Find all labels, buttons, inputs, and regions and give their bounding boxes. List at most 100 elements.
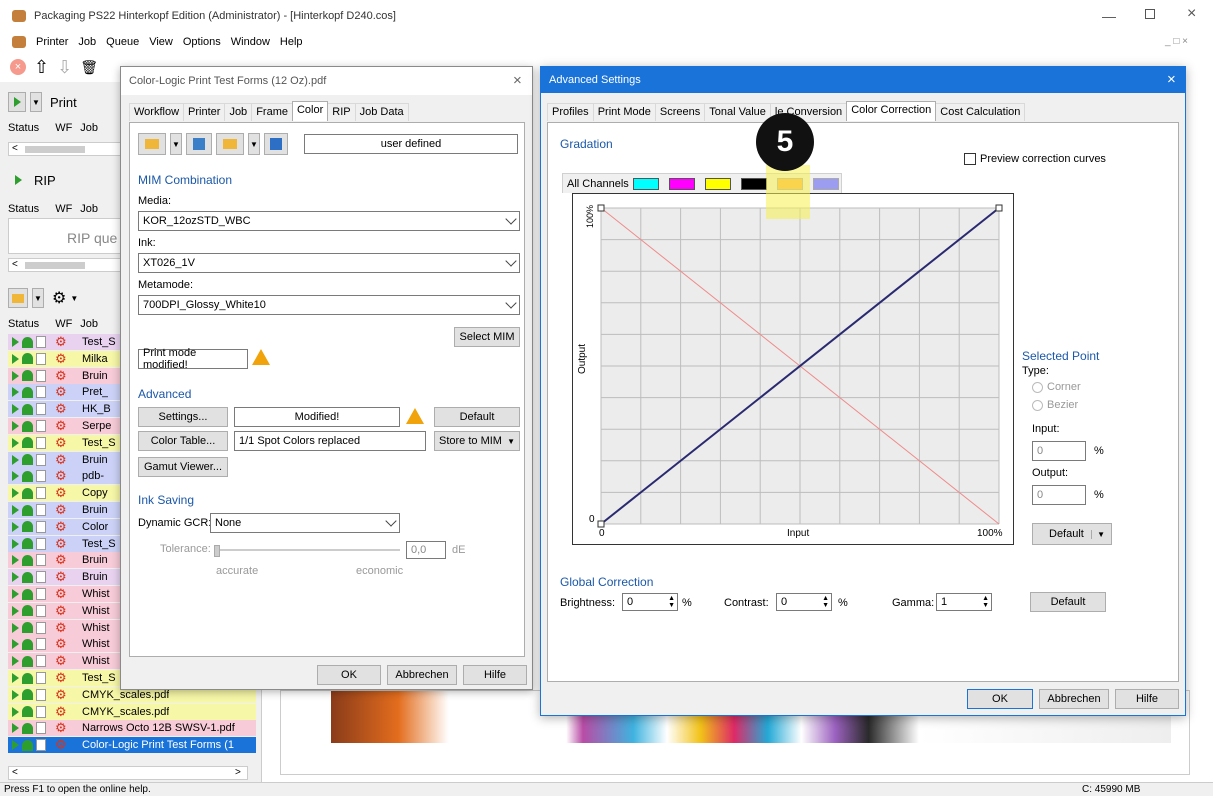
channel-tab-yellow[interactable] <box>704 177 731 190</box>
open-preset-dropdown-icon[interactable]: ▼ <box>170 133 182 155</box>
menu-printer[interactable]: Printer <box>36 36 68 48</box>
print-play-button[interactable] <box>8 92 26 112</box>
table-row[interactable]: ⚙ Color-Logic Print Test Forms (1 <box>8 737 256 754</box>
mdi-controls[interactable]: _ □ × <box>1165 36 1188 47</box>
maximize-icon[interactable] <box>1145 9 1155 19</box>
tab-screens[interactable]: Screens <box>654 103 706 121</box>
menu-queue[interactable]: Queue <box>106 36 139 48</box>
col-wf[interactable]: WF <box>55 122 72 134</box>
tab-printer[interactable]: Printer <box>183 103 226 121</box>
global-default-button[interactable]: Default <box>1030 592 1106 612</box>
gamut-viewer-button[interactable]: Gamut Viewer... <box>138 457 228 477</box>
move-down-icon[interactable]: ⇩ <box>57 57 72 78</box>
curve-point[interactable] <box>597 520 605 528</box>
curve-point[interactable] <box>597 204 605 212</box>
table-row[interactable]: ⚙ CMYK_scales.pdf <box>8 703 256 720</box>
menu-window[interactable]: Window <box>231 36 270 48</box>
gradation-chart[interactable] <box>573 194 1013 544</box>
adv-ok-button[interactable]: OK <box>967 689 1033 709</box>
media-select[interactable]: KOR_12ozSTD_WBC <box>138 211 520 231</box>
preview-checkbox[interactable] <box>964 153 976 165</box>
rip-col-wf[interactable]: WF <box>55 203 72 215</box>
channel-tab-cyan[interactable] <box>632 177 659 190</box>
menu-view[interactable]: View <box>149 36 173 48</box>
jobs-col-status[interactable]: Status <box>8 318 39 330</box>
copy-preset-icon[interactable] <box>186 133 212 155</box>
spin-icon[interactable]: ▲ ▼ <box>668 595 675 609</box>
gamma-field[interactable]: 1 ▲ ▼ <box>936 593 992 611</box>
metamode-select[interactable]: 700DPI_Glossy_White10 <box>138 295 520 315</box>
rip-col-job[interactable]: Job <box>80 203 98 215</box>
input-value-field[interactable]: 0 <box>1032 441 1086 461</box>
col-status[interactable]: Status <box>8 122 39 134</box>
adv-cancel-button[interactable]: Abbrechen <box>1039 689 1109 709</box>
job-ok-button[interactable]: OK <box>317 665 381 685</box>
tab-tonal-value[interactable]: Tonal Value <box>704 103 771 121</box>
tab-frame[interactable]: Frame <box>251 103 293 121</box>
adv-close-icon[interactable]: × <box>1167 71 1176 88</box>
delete-icon[interactable]: 🗑 <box>80 59 98 76</box>
job-list-scrollbar[interactable]: < > <box>8 766 248 780</box>
menu-job[interactable]: Job <box>78 36 96 48</box>
curve-point[interactable] <box>995 204 1003 212</box>
dynamic-gcr-select[interactable]: None <box>210 513 400 533</box>
tab-rip[interactable]: RIP <box>327 103 356 121</box>
brightness-field[interactable]: 0 ▲ ▼ <box>622 593 678 611</box>
corner-radio[interactable]: Corner <box>1032 381 1081 393</box>
tab-color[interactable]: Color <box>291 101 329 121</box>
rip-play-button[interactable] <box>8 170 28 190</box>
color-table-button[interactable]: Color Table... <box>138 431 228 451</box>
job-help-button[interactable]: Hilfe <box>463 665 527 685</box>
rip-col-status[interactable]: Status <box>8 203 39 215</box>
cancel-job-icon[interactable]: × <box>10 59 26 75</box>
menu-options[interactable]: Options <box>183 36 221 48</box>
contrast-field[interactable]: 0 ▲ ▼ <box>776 593 832 611</box>
settings-button[interactable]: Settings... <box>138 407 228 427</box>
spin-icon[interactable]: ▲ ▼ <box>982 595 989 609</box>
open-preset-icon[interactable] <box>138 133 166 155</box>
folder-open-icon[interactable] <box>8 288 28 308</box>
gear-dropdown-icon[interactable]: ▼ <box>70 294 78 303</box>
channel-tab-magenta[interactable] <box>668 177 695 190</box>
select-mim-button[interactable]: Select MIM <box>454 327 520 347</box>
move-up-icon[interactable]: ⇧ <box>34 57 49 78</box>
menu-help[interactable]: Help <box>280 36 303 48</box>
tab-print-mode[interactable]: Print Mode <box>592 103 656 121</box>
minimize-icon[interactable]: — <box>1102 8 1116 24</box>
tolerance-slider[interactable] <box>214 543 400 557</box>
job-cancel-button[interactable]: Abbrechen <box>387 665 457 685</box>
job-dialog-close-icon[interactable]: × <box>513 72 522 89</box>
tab-profiles[interactable]: Profiles <box>547 103 594 121</box>
jobs-col-wf[interactable]: WF <box>55 318 72 330</box>
preview-curves-checkbox-row[interactable]: Preview correction curves <box>964 153 1106 165</box>
tab-all-channels[interactable]: All Channels <box>565 178 631 190</box>
default-button[interactable]: Default <box>434 407 520 427</box>
preset-name-field[interactable]: user defined <box>304 134 518 154</box>
print-scrollbar[interactable]: < <box>8 142 122 156</box>
output-value-field[interactable]: 0 <box>1032 485 1086 505</box>
save-preset-icon[interactable] <box>264 133 288 155</box>
adv-help-button[interactable]: Hilfe <box>1115 689 1179 709</box>
tolerance-value-field[interactable]: 0,0 <box>406 541 446 559</box>
rip-scrollbar[interactable]: < <box>8 258 122 272</box>
spin-icon[interactable]: ▲ ▼ <box>822 595 829 609</box>
channel-tab-violet[interactable] <box>812 177 839 190</box>
load-preset-dropdown-icon[interactable]: ▼ <box>248 133 260 155</box>
ink-select[interactable]: XT026_1V <box>138 253 520 273</box>
tab-workflow[interactable]: Workflow <box>129 103 185 121</box>
load-preset-icon[interactable] <box>216 133 244 155</box>
tab-color-correction[interactable]: Color Correction <box>846 101 937 121</box>
col-job[interactable]: Job <box>80 122 98 134</box>
print-dropdown-icon[interactable]: ▼ <box>30 92 42 112</box>
table-row[interactable]: ⚙ Narrows Octo 12B SWSV-1.pdf <box>8 720 256 737</box>
folder-dropdown-icon[interactable]: ▼ <box>32 288 44 308</box>
slider-thumb[interactable] <box>214 545 220 557</box>
close-icon[interactable]: × <box>1187 5 1196 23</box>
bezier-radio[interactable]: Bezier <box>1032 399 1078 411</box>
point-default-button[interactable]: Default ▼ <box>1032 523 1112 545</box>
tab-cost-calculation[interactable]: Cost Calculation <box>935 103 1026 121</box>
tab-job[interactable]: Job <box>224 103 253 121</box>
jobs-col-job[interactable]: Job <box>80 318 98 330</box>
channel-tab-black[interactable] <box>740 177 767 190</box>
tab-job-data[interactable]: Job Data <box>354 103 409 121</box>
